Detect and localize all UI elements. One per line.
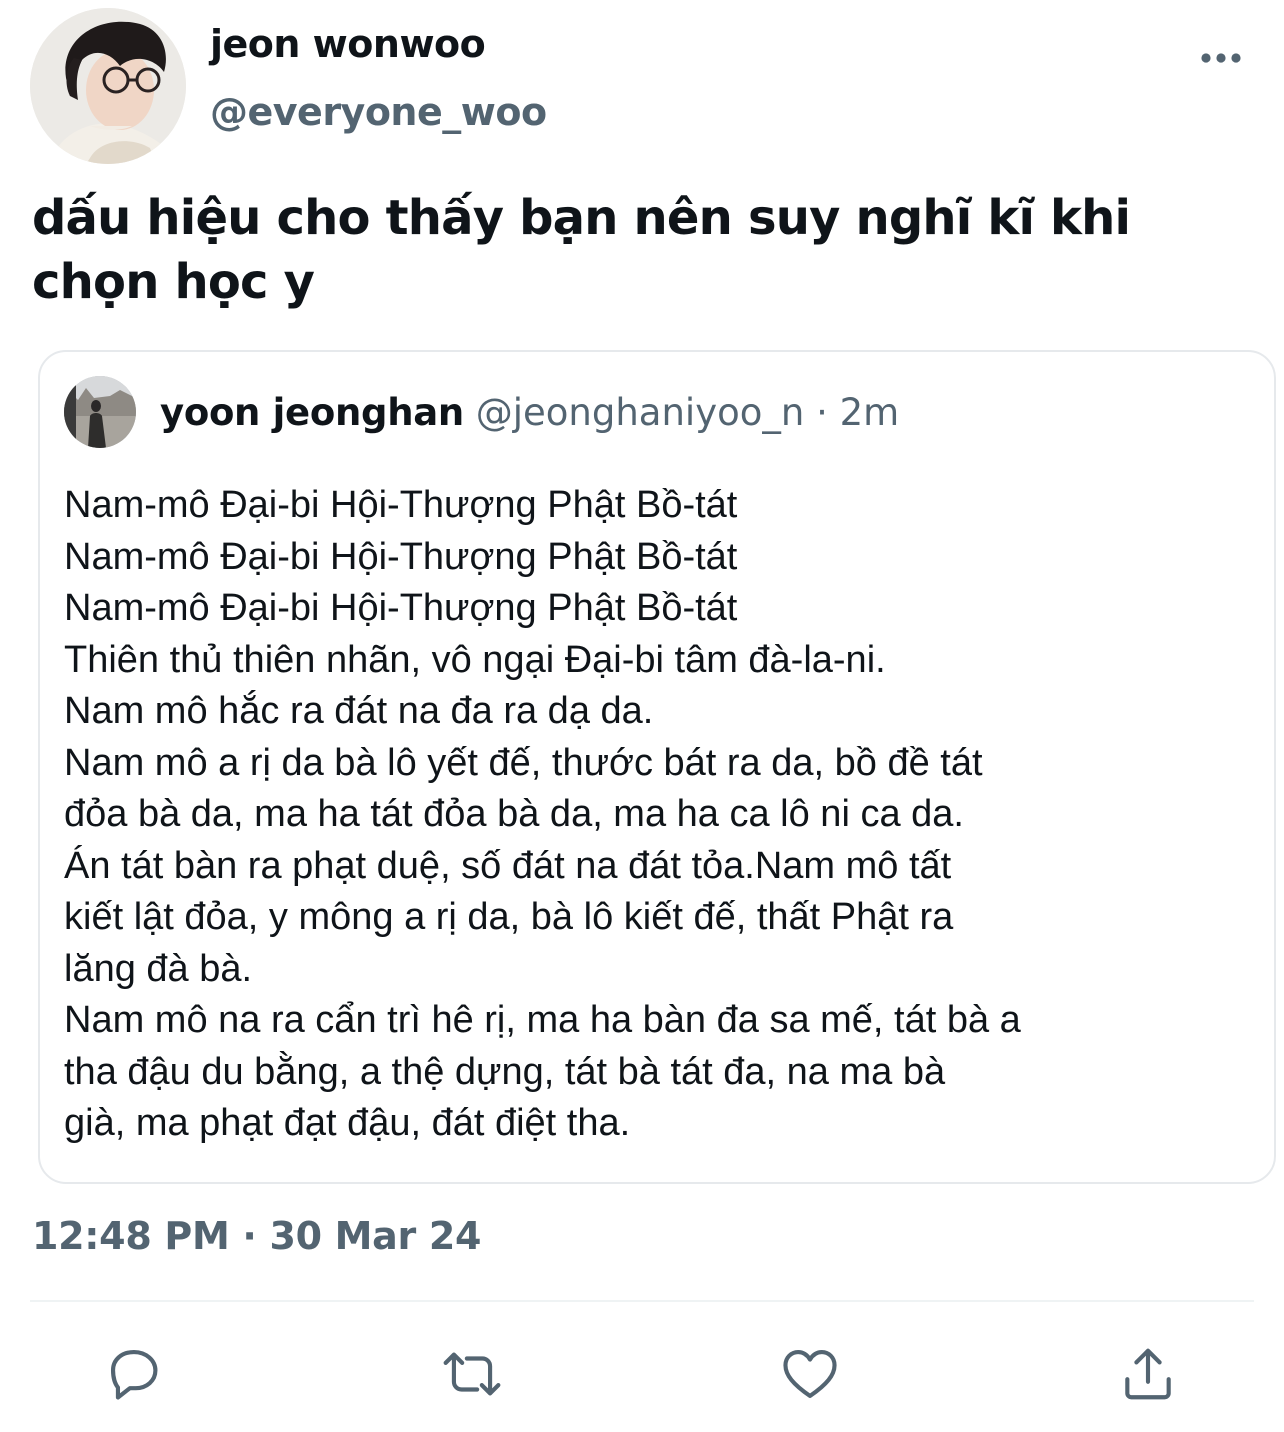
tweet-text: dấu hiệu cho thấy bạn nên suy nghĩ kĩ kh… [32,190,1131,310]
quoted-line: Nam mô a rị da bà lô yết đế, thước bát r… [64,741,983,784]
quoted-separator: · [816,391,828,434]
reply-icon [110,1349,158,1400]
author-avatar-image [30,8,186,164]
like-button[interactable] [776,1340,844,1408]
quoted-tweet-header: yoon jeonghan @jeonghaniyoo_n · 2m [160,390,899,436]
quoted-line: tha đậu du bằng, a thệ dựng, tát bà tát … [64,1050,946,1093]
tweet-detail: jeon wonwoo @everyone_woo dấu hiệu cho t… [0,0,1284,1432]
heart-icon [783,1349,837,1399]
more-options-button[interactable] [1196,40,1246,76]
quoted-line: lăng đà bà. [64,947,253,990]
share-button[interactable] [1114,1340,1182,1408]
quoted-line: Nam mô hắc ra đát na đa ra dạ da. [64,690,654,732]
quoted-tweet-card[interactable]: yoon jeonghan @jeonghaniyoo_n · 2m Nam-m… [38,350,1276,1184]
quoted-line: Nam-mô Đại-bi Hội-Thượng Phật Bồ-tát [64,587,738,629]
quoted-line: Nam mô na ra cẩn trì hê rị, ma ha bàn đa… [64,999,1021,1041]
quoted-avatar-image [64,376,136,448]
retweet-icon [443,1352,501,1396]
quoted-time: 2m [839,391,900,434]
quoted-display-name[interactable]: yoon jeonghan [160,391,464,434]
quoted-line: già, ma phạt đạt đậu, đát điệt tha. [64,1102,631,1144]
quoted-author-avatar[interactable] [64,376,136,448]
quoted-line: Nam-mô Đại-bi Hội-Thượng Phật Bồ-tát [64,484,738,526]
quoted-tweet-body: Nam-mô Đại-bi Hội-Thượng Phật Bồ-tát Nam… [64,480,1244,1150]
tweet-timestamp[interactable]: 12:48 PM · 30 Mar 24 [32,1214,481,1258]
retweet-button[interactable] [438,1340,506,1408]
quoted-line: Thiên thủ thiên nhãn, vô ngại Đại-bi tâm… [64,638,886,681]
quoted-handle[interactable]: @jeonghaniyoo_n [476,391,805,434]
author-display-name[interactable]: jeon wonwoo [210,22,486,66]
divider [30,1300,1254,1302]
quoted-line: kiết lật đỏa, y mông a rị da, bà lô kiết… [64,896,954,938]
quoted-line: Án tát bàn ra phạt duệ, số đát na đát tỏ… [64,844,952,887]
more-dots-icon [1201,53,1241,63]
author-handle[interactable]: @everyone_woo [210,90,547,134]
quoted-line: Nam-mô Đại-bi Hội-Thượng Phật Bồ-tát [64,535,738,578]
reply-button[interactable] [101,1340,169,1408]
quoted-line: đỏa bà da, ma ha tát đỏa bà da, ma ha ca… [64,793,964,835]
author-avatar[interactable] [30,8,186,164]
share-icon [1125,1348,1171,1400]
